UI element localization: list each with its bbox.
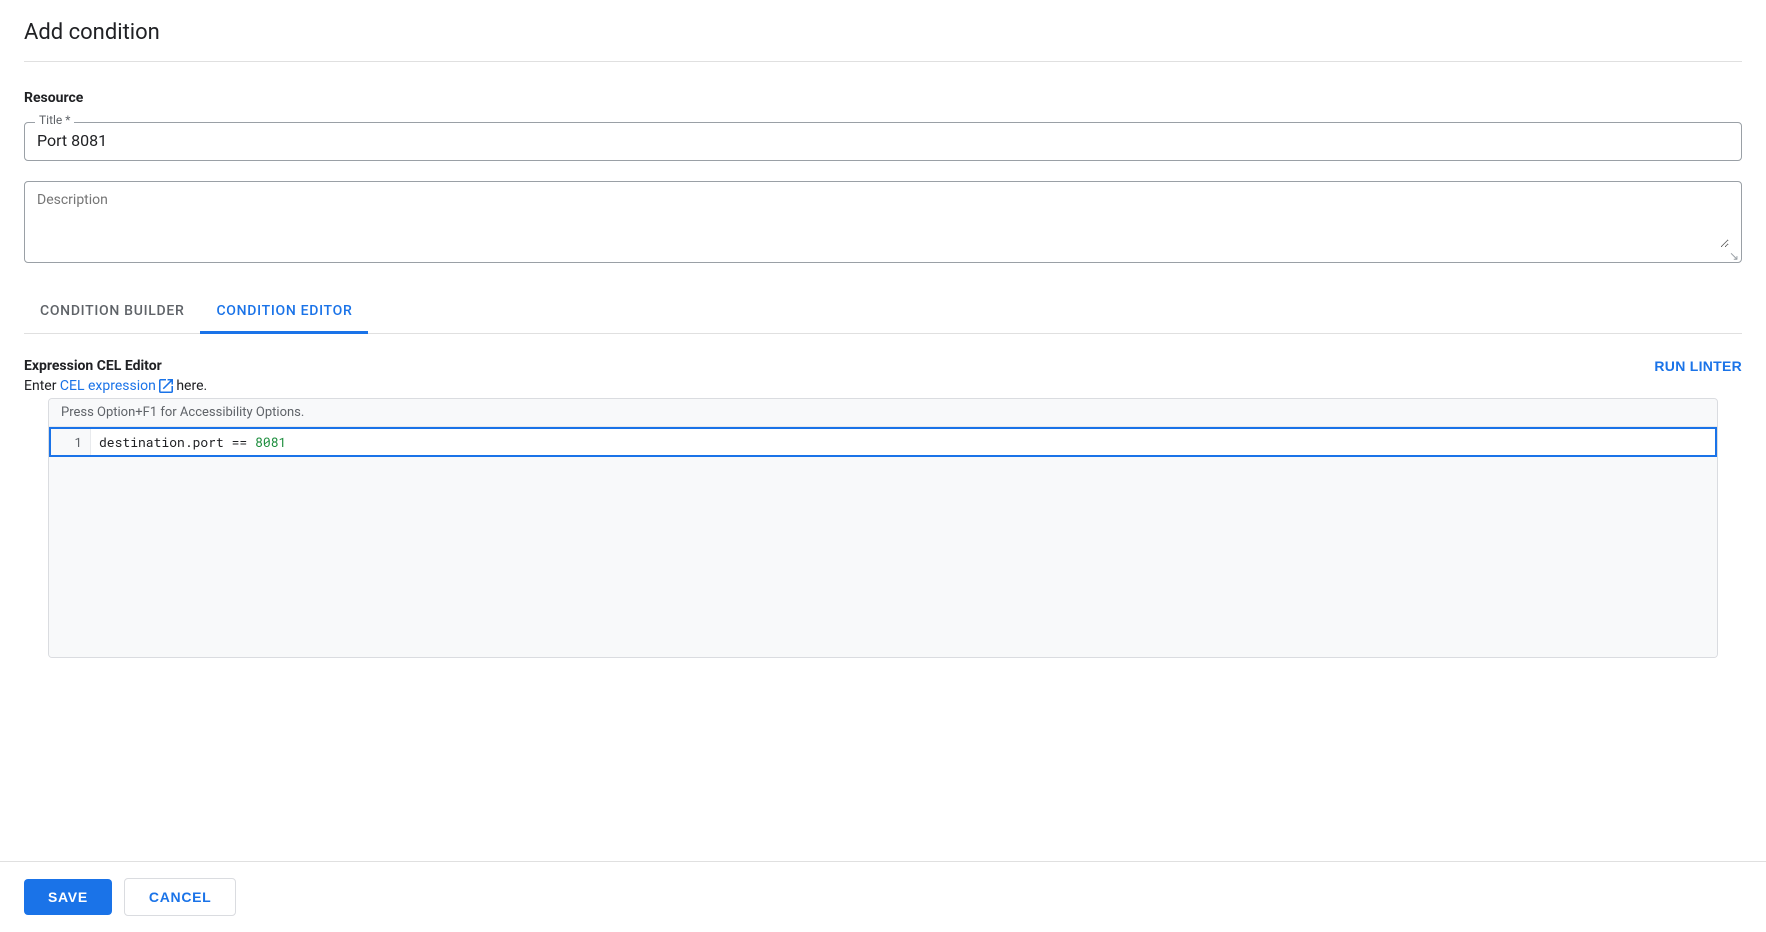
title-field-wrapper: Title * <box>24 122 1742 161</box>
page-container: Add condition Resource Title * ↘ CONDITI… <box>0 0 1766 782</box>
line-number-1: 1 <box>51 429 91 455</box>
expression-header-row: Expression CEL Editor Enter CEL expressi… <box>24 358 1742 394</box>
expression-subtitle: Enter CEL expression here. <box>24 378 1654 394</box>
code-number: 8081 <box>255 433 286 451</box>
save-button[interactable]: SAVE <box>24 879 112 915</box>
resize-handle-icon: ↘ <box>1729 250 1739 260</box>
footer: SAVE CANCEL <box>0 861 1766 932</box>
subtitle-before: Enter <box>24 378 60 394</box>
title-label: Title * <box>35 113 74 127</box>
cel-link-text: CEL expression <box>60 378 156 394</box>
tab-condition-builder[interactable]: CONDITION BUILDER <box>24 291 200 334</box>
external-link-icon <box>159 379 173 393</box>
expression-title: Expression CEL Editor <box>24 358 1654 374</box>
page-title: Add condition <box>24 20 1742 45</box>
description-field-wrapper: ↘ <box>24 181 1742 263</box>
code-line-1[interactable]: 1 destination.port == 8081 <box>49 427 1717 457</box>
tab-condition-editor[interactable]: CONDITION EDITOR <box>200 291 368 334</box>
tabs-container: CONDITION BUILDER CONDITION EDITOR <box>24 291 1742 334</box>
expression-left: Expression CEL Editor Enter CEL expressi… <box>24 358 1654 394</box>
cel-expression-link[interactable]: CEL expression <box>60 378 173 394</box>
title-input[interactable] <box>37 131 1729 150</box>
code-editor-container: Press Option+F1 for Accessibility Option… <box>48 398 1718 658</box>
accessibility-hint: Press Option+F1 for Accessibility Option… <box>49 399 1717 427</box>
cancel-button[interactable]: CANCEL <box>124 878 237 916</box>
description-textarea[interactable] <box>37 192 1729 248</box>
expression-section: Expression CEL Editor Enter CEL expressi… <box>24 358 1742 658</box>
code-keyword: destination.port == <box>99 433 255 451</box>
header-divider <box>24 61 1742 62</box>
code-content-1: destination.port == 8081 <box>91 429 1715 455</box>
subtitle-after: here. <box>173 378 207 394</box>
code-empty-area[interactable] <box>49 457 1717 657</box>
run-linter-button[interactable]: RUN LINTER <box>1654 358 1742 374</box>
resource-section-label: Resource <box>24 90 1742 106</box>
